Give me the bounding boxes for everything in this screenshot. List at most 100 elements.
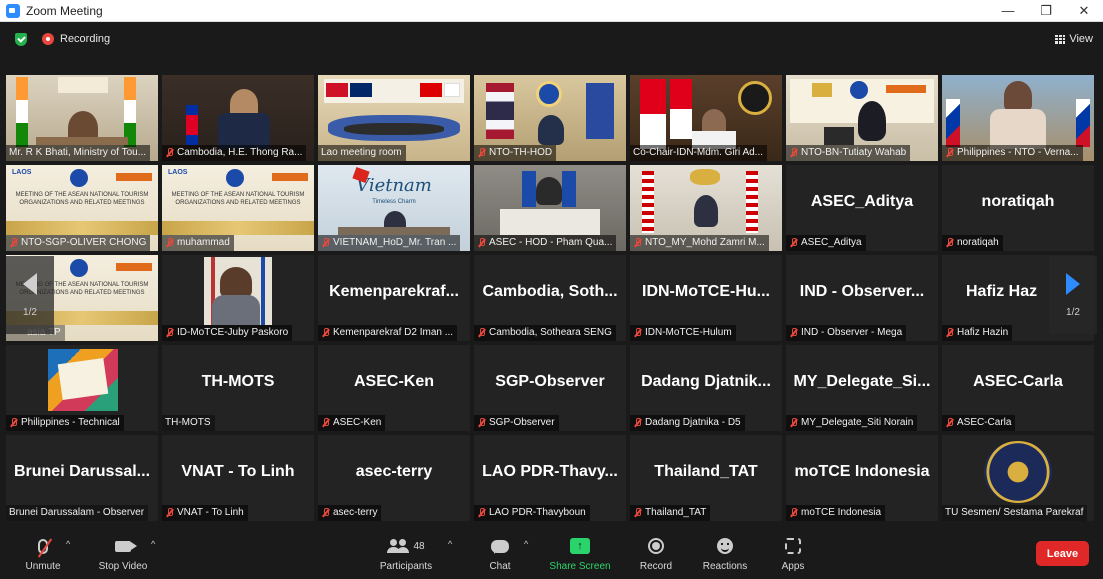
laos-logo-text: LAOS — [12, 169, 32, 176]
participant-name-label: moTCE Indonesia — [786, 505, 886, 521]
muted-mic-icon — [789, 328, 798, 338]
video-tile[interactable]: MY_Delegate_Si... MY_Delegate_Siti Norai… — [786, 345, 938, 431]
share-screen-button[interactable]: ↑ Share Screen — [540, 535, 620, 572]
muted-mic-icon — [477, 508, 486, 518]
video-tile[interactable]: ID-MoTCE-Juby Paskoro — [162, 255, 314, 341]
muted-mic-icon — [945, 328, 954, 338]
recording-icon[interactable] — [42, 33, 54, 45]
video-tile[interactable]: Philippines - Technical — [6, 345, 158, 431]
close-button[interactable]: ✕ — [1065, 0, 1103, 22]
muted-mic-icon — [321, 418, 330, 428]
apps-button[interactable]: Apps — [753, 535, 833, 572]
unmute-button[interactable]: Unmute — [3, 535, 83, 572]
previous-page-button[interactable]: 1/2 — [6, 256, 54, 334]
participant-name-label: NTO-TH-HOD — [474, 145, 557, 161]
video-tile[interactable]: Brunei Darussal... Brunei Darussalam - O… — [6, 435, 158, 521]
video-tile[interactable]: asec-terry asec-terry — [318, 435, 470, 521]
participant-name-label: Lao meeting room — [318, 145, 406, 161]
video-gallery: Mr. R K Bhati, Ministry of Tou... Cambod… — [6, 75, 1097, 523]
leave-button[interactable]: Leave — [1036, 541, 1089, 566]
participant-display-name: IDN-MoTCE-Hu... — [642, 283, 770, 300]
microphone-muted-icon — [37, 537, 53, 558]
participant-name-label: muhammad — [162, 235, 234, 251]
video-tile[interactable]: Vietnam Timeless Charm VIETNAM_HoD_Mr. T… — [318, 165, 470, 251]
video-tile[interactable]: VNAT - To Linh VNAT - To Linh — [162, 435, 314, 521]
video-tile[interactable]: LAOS MEETING OF THE ASEAN NATIONAL TOURI… — [6, 165, 158, 251]
view-button[interactable]: View — [1055, 33, 1093, 45]
muted-mic-icon — [789, 148, 798, 158]
video-tile[interactable]: ASEC - HOD - Pham Qua... — [474, 165, 626, 251]
muted-mic-icon — [321, 508, 330, 518]
window-title: Zoom Meeting — [26, 3, 103, 18]
video-tile[interactable]: IND - Observer... IND - Observer - Mega — [786, 255, 938, 341]
video-tile[interactable]: Lao meeting room — [318, 75, 470, 161]
video-tile[interactable]: ASEC-Ken ASEC-Ken — [318, 345, 470, 431]
participants-count: 48 — [413, 540, 425, 552]
participant-display-name: moTCE Indonesia — [794, 463, 930, 480]
record-button[interactable]: Record — [616, 535, 696, 572]
participant-name-label: NTO_MY_Mohd Zamri M... — [630, 235, 769, 251]
video-tile[interactable]: Thailand_TAT Thailand_TAT — [630, 435, 782, 521]
participant-display-name: Cambodia, Soth... — [482, 283, 618, 300]
participant-display-name: noratiqah — [981, 193, 1055, 210]
video-tile[interactable]: Kemenparekraf... Kemenparekraf D2 Iman .… — [318, 255, 470, 341]
video-tile[interactable]: SGP-Observer SGP-Observer — [474, 345, 626, 431]
participant-display-name: Kemenparekraf... — [329, 283, 459, 300]
muted-mic-icon — [9, 238, 18, 248]
video-tile-active-speaker[interactable]: Co-Chair-IDN-Mdm. Giri Ad... — [630, 75, 782, 161]
video-tile[interactable]: NTO-TH-HOD — [474, 75, 626, 161]
video-tile[interactable]: Cambodia, H.E. Thong Ra... — [162, 75, 314, 161]
muted-mic-icon — [477, 148, 486, 158]
muted-mic-icon — [165, 148, 174, 158]
video-tile[interactable]: Dadang Djatnik... Dadang Djatnika - D5 — [630, 345, 782, 431]
participant-display-name: TH-MOTS — [201, 373, 275, 390]
muted-mic-icon — [789, 508, 798, 518]
muted-mic-icon — [477, 328, 486, 338]
participants-options-caret[interactable]: ^ — [448, 539, 452, 549]
encryption-shield-icon[interactable] — [15, 32, 27, 46]
muted-mic-icon — [165, 238, 174, 248]
participant-name-label: ASEC-Ken — [318, 415, 386, 431]
video-tile[interactable]: NTO_MY_Mohd Zamri M... — [630, 165, 782, 251]
participant-name-label: LAO PDR-Thavyboun — [474, 505, 590, 521]
participant-name-label: TU Sesmen/ Sestama Parekraf — [942, 505, 1088, 521]
arrow-right-icon — [1066, 272, 1080, 295]
restore-button[interactable]: ❐ — [1027, 0, 1065, 22]
participant-display-name: MY_Delegate_Si... — [793, 373, 931, 390]
window-titlebar: Zoom Meeting — ❐ ✕ — [0, 0, 1103, 22]
muted-mic-icon — [165, 508, 174, 518]
muted-mic-icon — [477, 418, 486, 428]
video-camera-icon — [115, 540, 137, 552]
minimize-button[interactable]: — — [989, 0, 1027, 22]
video-tile[interactable]: ASEC-Carla ASEC-Carla — [942, 345, 1094, 431]
participant-display-name: ASEC-Ken — [353, 373, 434, 390]
audio-options-caret[interactable]: ^ — [66, 539, 70, 549]
participants-icon — [387, 539, 410, 553]
video-tile[interactable]: NTO-BN-Tutiaty Wahab — [786, 75, 938, 161]
video-tile[interactable]: ASEC_Aditya ASEC_Aditya — [786, 165, 938, 251]
vietnam-logo-text: Vietnam — [356, 175, 432, 196]
video-tile[interactable]: TU Sesmen/ Sestama Parekraf — [942, 435, 1094, 521]
participant-name-label: Philippines - Technical — [6, 415, 124, 431]
video-tile[interactable]: LAOS MEETING OF THE ASEAN NATIONAL TOURI… — [162, 165, 314, 251]
participant-name-label: ASEC-Carla — [942, 415, 1016, 431]
video-tile[interactable]: Philippines - NTO - Verna... — [942, 75, 1094, 161]
video-tile[interactable]: noratiqah noratiqah — [942, 165, 1094, 251]
participant-name-label: ID-MoTCE-Juby Paskoro — [162, 325, 293, 341]
video-tile[interactable]: Cambodia, Soth... Cambodia, Sotheara SEN… — [474, 255, 626, 341]
chat-options-caret[interactable]: ^ — [524, 539, 528, 549]
participant-name-label: Kemenparekraf D2 Iman ... — [318, 325, 458, 341]
vietnam-tagline: Timeless Charm — [372, 199, 416, 205]
video-options-caret[interactable]: ^ — [151, 539, 155, 549]
next-page-button[interactable]: 1/2 — [1049, 256, 1097, 334]
video-tile[interactable]: moTCE Indonesia moTCE Indonesia — [786, 435, 938, 521]
participant-name-label: VIETNAM_HoD_Mr. Tran ... — [318, 235, 461, 251]
participants-button[interactable]: 48 Participants — [366, 535, 446, 572]
video-tile[interactable]: Mr. R K Bhati, Ministry of Tou... — [6, 75, 158, 161]
participant-display-name: ASEC_Aditya — [810, 193, 914, 210]
video-tile[interactable]: TH-MOTS TH-MOTS — [162, 345, 314, 431]
participant-display-name: Brunei Darussal... — [13, 463, 151, 480]
video-tile[interactable]: IDN-MoTCE-Hu... IDN-MoTCE-Hulum — [630, 255, 782, 341]
video-tile[interactable]: LAO PDR-Thavy... LAO PDR-Thavyboun — [474, 435, 626, 521]
muted-mic-icon — [321, 328, 330, 338]
